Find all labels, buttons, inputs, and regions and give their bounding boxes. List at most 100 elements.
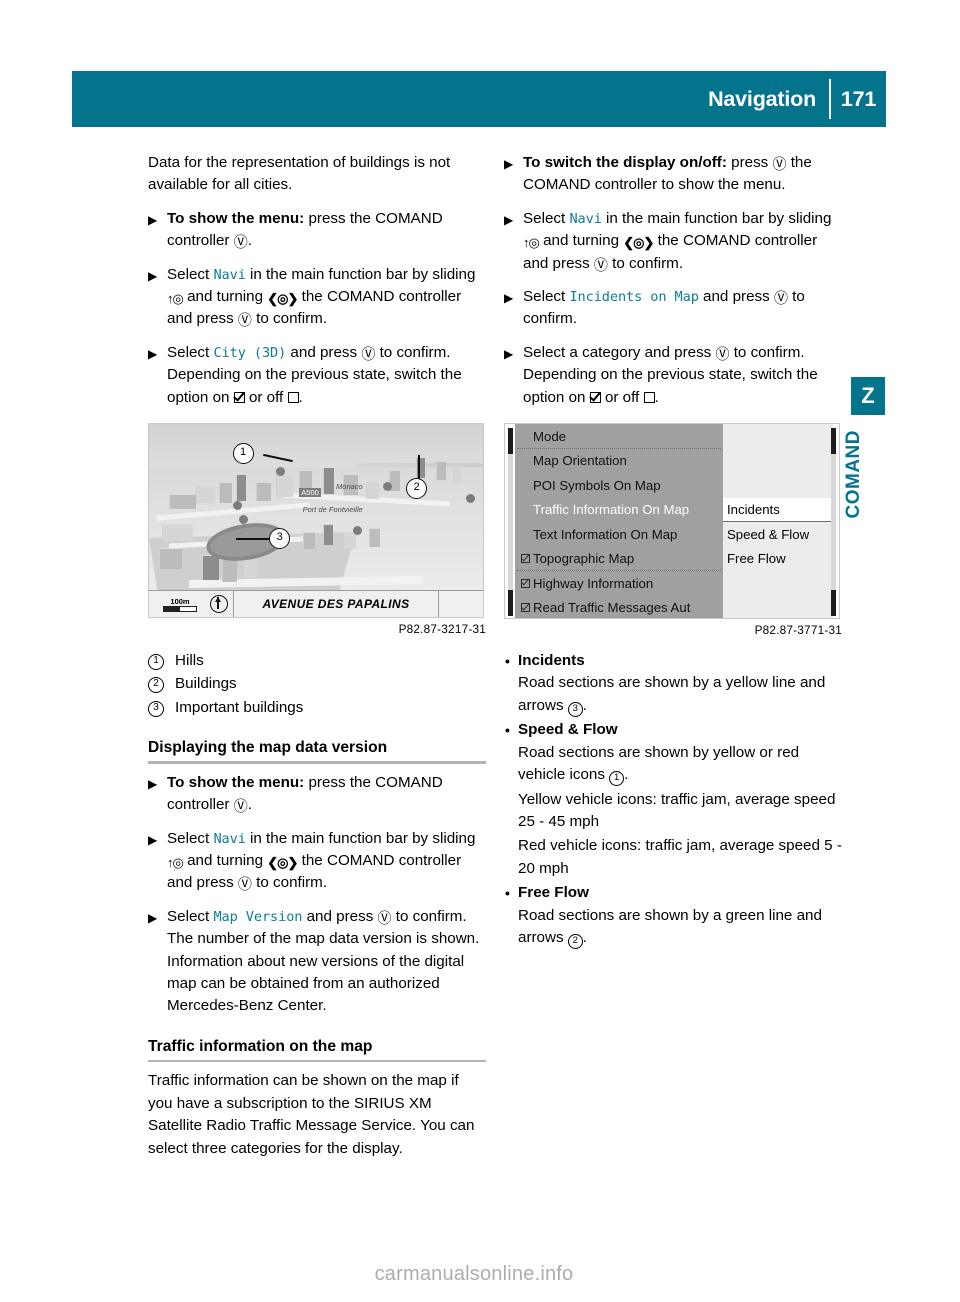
- category-description: Road sections are shown by a yellow line…: [504, 672, 842, 717]
- map-building: [162, 524, 194, 542]
- map-tree-icon: [466, 493, 476, 503]
- map-screenshot: Monaco Port de Fontvieille A500 1 2 3 10…: [148, 423, 484, 619]
- turn-controller-icon: ❮◎❯: [267, 291, 298, 307]
- category-title: Speed & Flow: [504, 719, 842, 742]
- step-text-mid1: in the main function bar by sliding: [245, 265, 476, 283]
- map-building: [222, 559, 238, 583]
- turn-controller-icon: ❮◎❯: [623, 235, 654, 251]
- legend-number: 2: [148, 677, 164, 694]
- map-tree-icon: [275, 466, 285, 476]
- map-callout-1: 1: [232, 443, 254, 465]
- figure-comand-menu: Mode Map Orientation POI Symbols On Map …: [504, 423, 842, 637]
- step-text-tail: to confirm.: [251, 310, 328, 328]
- scrollbar-thumb-bottom[interactable]: [831, 590, 836, 617]
- step-text-mid2: and turning: [182, 288, 268, 306]
- step-label: To switch the display on/off:: [523, 154, 727, 171]
- section-rule: [148, 761, 486, 764]
- step-select-navi: ▶ Select Navi in the main function bar b…: [148, 264, 486, 331]
- menu-item-highway-information[interactable]: Highway Information: [515, 571, 723, 596]
- figure-city-3d-map: Monaco Port de Fontvieille A500 1 2 3 10…: [148, 423, 486, 636]
- category-title: Incidents: [504, 650, 842, 673]
- step-arrow-icon: ▶: [504, 346, 514, 361]
- map-building: [195, 485, 215, 503]
- step-label: To show the menu:: [167, 209, 305, 227]
- step-text-pre: Select: [167, 343, 214, 361]
- chapter-label-comand: COMAND: [843, 430, 864, 519]
- menu-item-label: Traffic Information On Map: [533, 502, 690, 518]
- submenu-item-free-flow[interactable]: Free Flow: [723, 547, 833, 572]
- step-arrow-icon: ▶: [148, 212, 158, 227]
- step-note-b: .: [298, 388, 303, 406]
- submenu-item-label: Free Flow: [727, 551, 786, 567]
- desc-text-b: .: [582, 928, 588, 946]
- menu-item-label: POI Symbols On Map: [533, 477, 661, 493]
- menu-item-label: Highway Information: [533, 575, 654, 591]
- map-building: [436, 460, 447, 480]
- submenu-item-speed-and-flow[interactable]: Speed & Flow: [723, 522, 833, 547]
- press-controller-icon: Ⓥ: [772, 156, 787, 172]
- category-title: Free Flow: [504, 882, 842, 905]
- step-select-map-version: ▶ Select Map Version and press Ⓥ to conf…: [148, 906, 486, 1018]
- category-free-flow: Free Flow Road sections are shown by a g…: [504, 882, 842, 949]
- map-building: [366, 481, 380, 499]
- desc-text-a: Road sections are shown by a green line …: [518, 906, 822, 946]
- menu-item-traffic-information-on-map[interactable]: Traffic Information On Map: [515, 498, 723, 523]
- step-note-on: or off: [244, 388, 288, 406]
- section-traffic-information: Traffic information on the map: [148, 1038, 486, 1063]
- step-text-pre: Select: [523, 209, 570, 227]
- category-incidents: Incidents Road sections are shown by a y…: [504, 650, 842, 717]
- legend-item: 1 Hills: [148, 650, 486, 672]
- step-text-pre: Select: [523, 288, 570, 306]
- step-note-a: Depending on the previous state, switch …: [523, 366, 818, 406]
- category-speed-and-flow: Speed & Flow Road sections are shown by …: [504, 719, 842, 880]
- map-building: [219, 481, 233, 503]
- page-number: 171: [840, 86, 877, 111]
- scrollbar-thumb-bottom[interactable]: [508, 590, 513, 617]
- desc-text-a: Road sections are shown by a yellow line…: [518, 674, 826, 714]
- step-tail: .: [247, 796, 252, 814]
- step-arrow-icon: ▶: [504, 212, 514, 227]
- menu-item-map-orientation[interactable]: Map Orientation: [515, 449, 723, 474]
- legend-number: 3: [148, 700, 164, 717]
- map-building: [322, 466, 334, 494]
- right-column: ▶ To switch the display on/off: press Ⓥ …: [504, 152, 842, 951]
- menu-scrollbar-left[interactable]: [508, 428, 513, 617]
- map-building: [342, 532, 356, 550]
- scrollbar-thumb-top[interactable]: [508, 428, 513, 455]
- step-select-navi-3: ▶ Select Navi in the main function bar b…: [504, 208, 842, 275]
- menu-item-poi-symbols-on-map[interactable]: POI Symbols On Map: [515, 473, 723, 498]
- map-tree-icon: [382, 481, 392, 491]
- step-arrow-icon: ▶: [504, 291, 514, 306]
- menu-item-label: Text Information On Map: [533, 526, 678, 542]
- section-heading: Traffic information on the map: [148, 1037, 373, 1055]
- map-scale-indicator: 100m: [149, 597, 205, 612]
- step-arrow-icon: ▶: [148, 776, 158, 791]
- press-controller-icon: Ⓥ: [715, 345, 730, 362]
- menu-item-text-information-on-map[interactable]: Text Information On Map: [515, 522, 723, 547]
- scrollbar-thumb-top[interactable]: [831, 428, 836, 455]
- press-controller-icon: Ⓥ: [773, 290, 788, 307]
- menu-item-mode[interactable]: Mode: [515, 424, 723, 449]
- step-text-mid: and press: [302, 907, 378, 925]
- category-description: Road sections are shown by a green line …: [504, 905, 842, 950]
- checkbox-on-icon: [233, 391, 245, 403]
- menu-scrollbar-right[interactable]: [831, 428, 836, 617]
- step-label: To show the menu:: [167, 773, 305, 791]
- menu-item-read-traffic-messages-automatically[interactable]: Read Traffic Messages Aut: [515, 596, 723, 619]
- intro-paragraph: Data for the representation of buildings…: [148, 154, 451, 194]
- step-text-tail: to confirm.: [251, 874, 328, 892]
- submenu-item-incidents[interactable]: Incidents: [723, 497, 833, 523]
- checkbox-off-icon: [287, 391, 299, 403]
- legend-number: 1: [148, 654, 164, 671]
- checkbox-off-icon: [643, 391, 655, 403]
- step-text-pre: Select: [167, 829, 214, 847]
- step-text-mid2: and turning: [538, 232, 624, 250]
- step-tail: .: [247, 232, 252, 250]
- press-controller-icon: Ⓥ: [233, 798, 248, 815]
- section-heading: Displaying the map data version: [148, 739, 388, 757]
- menu-item-topographic-map[interactable]: Topographic Map: [515, 547, 723, 572]
- map-building: [169, 493, 197, 509]
- menu-item-label: Mode: [533, 428, 566, 444]
- submenu-item-label: Incidents: [727, 501, 780, 517]
- step-arrow-icon: ▶: [148, 268, 158, 283]
